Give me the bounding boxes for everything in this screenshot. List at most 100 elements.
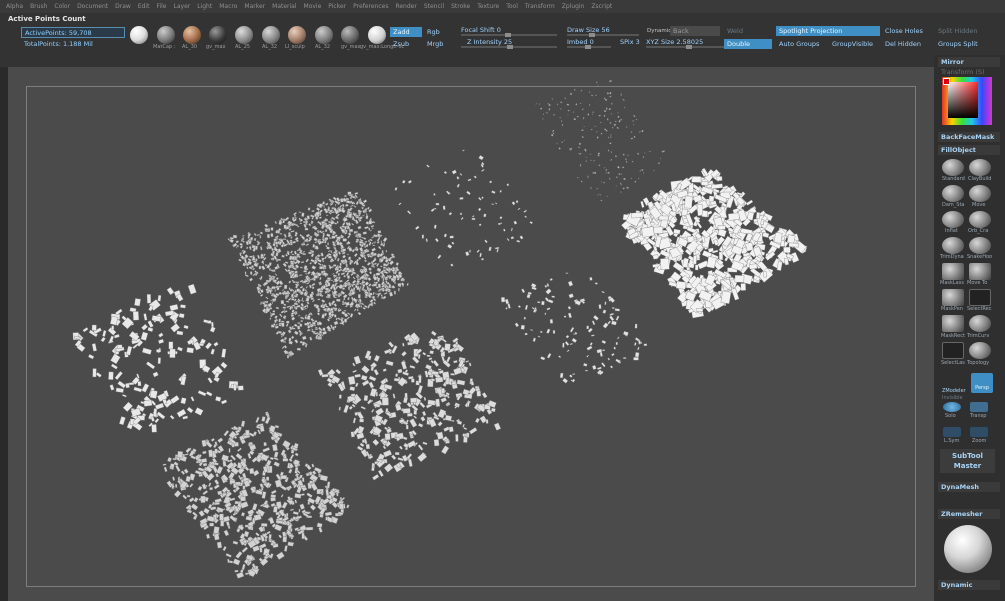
menu-item[interactable]: Light <box>197 0 212 13</box>
material-white-icon[interactable] <box>130 26 148 44</box>
menu-item[interactable]: Render <box>395 0 416 13</box>
standard-brush-icon[interactable] <box>942 159 964 176</box>
draw-size-slider[interactable]: Draw Size 56 <box>567 26 639 37</box>
menu-item[interactable]: Preferences <box>353 0 388 13</box>
maskpen-brush-icon[interactable] <box>942 289 964 306</box>
canvas-viewport[interactable] <box>8 67 934 601</box>
imbed-slider[interactable]: Imbed 0 <box>567 38 611 49</box>
inflat-brush-icon[interactable] <box>942 211 964 228</box>
snakehook-brush-icon[interactable] <box>969 237 991 254</box>
menu-item[interactable]: Color <box>54 0 70 13</box>
spix-slider[interactable]: SPix 3 <box>620 38 640 48</box>
zoom-label: Zoom <box>972 438 987 444</box>
damstandard-brush-icon[interactable] <box>942 185 964 202</box>
dynamic-panel-button[interactable]: Dynamic <box>938 580 1000 590</box>
backface-mask-button[interactable]: BackFaceMask <box>938 132 1000 142</box>
focal-shift-slider[interactable]: Focal Shift 0 <box>461 26 557 37</box>
menu-item[interactable]: Zscript <box>591 0 612 13</box>
menu-item[interactable]: Movie <box>304 0 322 13</box>
lsym-label: L.Sym <box>944 438 960 444</box>
dynamic-button[interactable]: Dynamic <box>644 26 671 36</box>
back-button[interactable]: Back <box>670 26 720 36</box>
menu-item[interactable]: Marker <box>244 0 265 13</box>
group-visible-button[interactable]: GroupVisible <box>829 39 881 49</box>
mirror-button[interactable]: Mirror <box>938 57 1000 67</box>
material-preview-sphere-icon[interactable] <box>944 525 992 573</box>
trimdynamic-brush-icon[interactable] <box>942 237 964 254</box>
material-lisculp-icon[interactable] <box>288 26 306 44</box>
brush-label: SelectRec <box>967 306 992 312</box>
fillobject-button[interactable]: FillObject <box>938 145 1000 155</box>
spix-label: SPix 3 <box>620 38 640 46</box>
auto-groups-button[interactable]: Auto Groups <box>776 39 828 49</box>
rgb-button[interactable]: Rgb <box>424 27 452 37</box>
menu-item[interactable]: Material <box>272 0 296 13</box>
orbcrack-brush-icon[interactable] <box>969 211 991 228</box>
menu-item[interactable]: Tool <box>506 0 518 13</box>
xyz-size-slider[interactable]: XYZ Size 2.58025 <box>646 38 724 49</box>
material-matcap-icon[interactable] <box>157 26 175 44</box>
menu-item[interactable]: File <box>156 0 166 13</box>
material-al25-icon[interactable] <box>235 26 253 44</box>
close-holes-button[interactable]: Close Holes <box>882 26 932 36</box>
fibermesh-scene <box>72 79 808 579</box>
color-picker[interactable] <box>942 77 992 125</box>
transp-icon[interactable] <box>970 402 988 412</box>
material-label: gv_max <box>206 44 226 50</box>
menu-item[interactable]: Draw <box>115 0 131 13</box>
transp-label: Transp <box>970 413 987 419</box>
dynamesh-button[interactable]: DynaMesh <box>938 482 1000 492</box>
material-gvmax-icon[interactable] <box>209 26 227 44</box>
mirror-sub-label: Transform (S) <box>941 68 985 76</box>
top-toolbar: Active Points Count ActivePoints: 59,708… <box>0 13 1005 75</box>
zremesher-button[interactable]: ZRemesher <box>938 509 1000 519</box>
groups-split-button[interactable]: Groups Split <box>935 39 993 49</box>
menu-item[interactable]: Transform <box>525 0 555 13</box>
solo-icon[interactable] <box>943 402 961 412</box>
fiber-patch <box>535 79 665 202</box>
menu-item[interactable]: Edit <box>138 0 150 13</box>
menu-item[interactable]: Brush <box>30 0 47 13</box>
moveto-brush-icon[interactable] <box>969 263 991 280</box>
mrgb-button[interactable]: Mrgb <box>424 39 452 49</box>
maskrect-brush-icon[interactable] <box>942 315 964 332</box>
material-gvmax2-icon[interactable] <box>341 26 359 44</box>
brush-label: ClayBuild <box>968 176 992 182</box>
material-longtr-icon[interactable] <box>368 26 386 44</box>
move-brush-icon[interactable] <box>969 185 991 202</box>
menu-item[interactable]: Macro <box>219 0 237 13</box>
menu-item[interactable]: Stencil <box>424 0 444 13</box>
menu-item[interactable]: Stroke <box>451 0 470 13</box>
zmodeler-sub-label: Invisible <box>942 395 963 401</box>
subtool-master-button[interactable]: SubTool Master <box>940 449 995 473</box>
menu-item[interactable]: Document <box>77 0 108 13</box>
persp-button[interactable]: Persp <box>971 373 993 393</box>
masklasso-brush-icon[interactable] <box>942 263 964 280</box>
split-hidden-button[interactable]: Split Hidden <box>935 26 993 36</box>
lsym-icon[interactable] <box>943 427 961 437</box>
selectlasso-brush-icon[interactable] <box>942 342 964 359</box>
menu-item[interactable]: Texture <box>477 0 499 13</box>
zadd-button[interactable]: Zadd <box>390 27 422 37</box>
zoom-icon[interactable] <box>970 427 988 437</box>
spotlight-projection-button[interactable]: Spotlight Projection <box>776 26 880 36</box>
double-button[interactable]: Double <box>724 39 772 49</box>
trimcurve-brush-icon[interactable] <box>969 315 991 332</box>
menu-item[interactable]: Layer <box>174 0 191 13</box>
z-intensity-slider[interactable]: Z Intensity 25 <box>461 38 557 49</box>
weld-button[interactable]: Weld <box>724 26 772 36</box>
selectrect-brush-icon[interactable] <box>969 289 991 306</box>
material-al32b-icon[interactable] <box>315 26 333 44</box>
claybuild-brush-icon[interactable] <box>969 159 991 176</box>
material-al32-icon[interactable] <box>262 26 280 44</box>
zsub-button[interactable]: Zsub <box>390 39 422 49</box>
material-label: MatCap : <box>153 44 176 50</box>
del-hidden-button[interactable]: Del Hidden <box>882 39 932 49</box>
topology-brush-icon[interactable] <box>969 342 991 359</box>
menu-item[interactable]: Alpha <box>6 0 23 13</box>
color-square[interactable] <box>948 82 978 118</box>
material-al30-icon[interactable] <box>183 26 201 44</box>
menu-item[interactable]: Zplugin <box>562 0 585 13</box>
xyz-size-label: XYZ Size 2.58025 <box>646 38 704 46</box>
menu-item[interactable]: Picker <box>328 0 346 13</box>
